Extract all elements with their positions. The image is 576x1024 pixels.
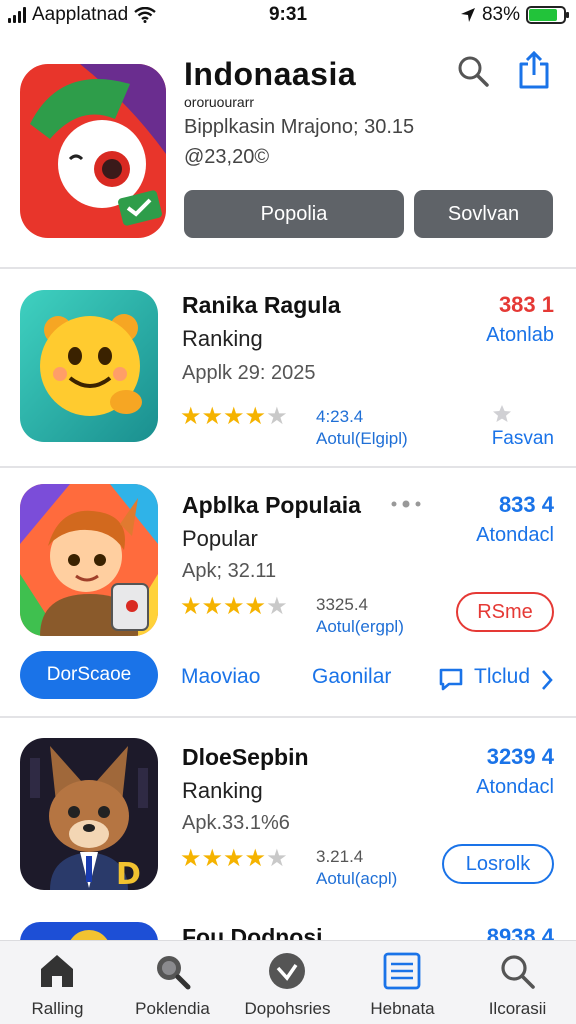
- app-icon-character[interactable]: [20, 484, 158, 636]
- star-icon: ★: [180, 845, 202, 872]
- app-category: Popular: [182, 526, 258, 551]
- more-dots-icon[interactable]: [390, 498, 422, 510]
- app-link[interactable]: Atonlab: [486, 324, 554, 347]
- star-icon: ★: [223, 593, 245, 620]
- list-item[interactable]: Ranika Ragula Ranking Applk 29: 2025 ★★★…: [0, 290, 576, 460]
- list-icon: [383, 952, 421, 990]
- chat-icon[interactable]: [438, 667, 464, 691]
- app-name: Ranika Ragula: [182, 292, 341, 318]
- price: 8938 4: [486, 924, 554, 940]
- discover-button[interactable]: DorScaoe: [20, 651, 158, 699]
- status-bar: Aapplatnad 9:31 83%: [0, 0, 576, 30]
- tab-label: Hebnata: [370, 999, 435, 1018]
- svg-text:D: D: [116, 857, 141, 890]
- app-version: Applk 29: 2025: [182, 362, 316, 384]
- price: 3239 4: [486, 744, 554, 769]
- location-arrow-icon: [460, 8, 475, 22]
- battery-icon: [526, 6, 569, 24]
- tab-updates[interactable]: Hebnata: [345, 941, 460, 1024]
- tab-label: Ralling: [31, 999, 84, 1018]
- list-item[interactable]: D DloeSepbin Ranking Apk.33.1%6 ★★★★★ 3.…: [0, 738, 576, 898]
- list-item[interactable]: Fou Dodnosi 8938 4: [0, 918, 576, 940]
- featured-app-subtitle: ororuourarr: [184, 94, 255, 110]
- star-icon: ★: [244, 403, 267, 430]
- rating-label: Aotul(ergpl): [316, 617, 404, 636]
- tab-deposits[interactable]: Dopohsries: [230, 941, 345, 1024]
- download-button[interactable]: Sovlvan: [414, 190, 553, 238]
- featured-app: Indonaasia ororuourarr Bipplkasin Mrajon…: [0, 44, 576, 269]
- star-icon: ★: [201, 403, 224, 430]
- similar-link[interactable]: Gaonilar: [312, 665, 391, 689]
- tab-label: Ilcorasii: [488, 999, 547, 1018]
- star-rating: ★★★★★: [180, 402, 288, 431]
- tab-ranking[interactable]: Ralling: [0, 941, 115, 1024]
- home-icon: [41, 955, 73, 987]
- tab-search[interactable]: Ilcorasii: [460, 941, 575, 1024]
- divider: [0, 267, 576, 269]
- search-icon[interactable]: [456, 54, 490, 88]
- app-icon-emoji[interactable]: [20, 290, 158, 442]
- install-button[interactable]: Losrolk: [442, 844, 554, 884]
- featured-app-downloads: @23,20©: [184, 146, 270, 168]
- rating-value: 3.21.4 Aotul(acpl): [316, 846, 397, 890]
- divider: [0, 716, 576, 718]
- star-icon: ★: [201, 845, 224, 872]
- star-icon: ★: [244, 845, 267, 872]
- rating-number: 3.21.4: [316, 847, 364, 866]
- star-rating: ★★★★★: [180, 592, 288, 621]
- rating-number: 3325.4: [316, 595, 368, 614]
- search-icon: [157, 956, 191, 990]
- popular-button[interactable]: Popolia: [184, 190, 404, 238]
- star-icon: ★: [266, 403, 288, 430]
- app-icon-partial[interactable]: [20, 922, 158, 940]
- price: 383 1: [498, 292, 554, 317]
- star-icon: ★: [266, 593, 288, 620]
- app-link[interactable]: Atondacl: [476, 776, 554, 799]
- app-name: Fou Dodnosi: [182, 924, 323, 940]
- favorite-button[interactable]: Fasvan: [492, 428, 554, 450]
- actions-bar: DorScaoe Maoviao Gaonilar Tlclud: [0, 651, 576, 703]
- app-link[interactable]: Atondacl: [476, 524, 554, 547]
- star-icon: ★: [244, 593, 267, 620]
- app-name: Apblka Populaia: [182, 492, 361, 518]
- checkmark-icon: [269, 953, 305, 989]
- status-right: 83%: [460, 4, 569, 26]
- tab-label: Poklendia: [135, 999, 210, 1018]
- movies-link[interactable]: Maoviao: [181, 665, 260, 689]
- include-link[interactable]: Tlclud: [474, 665, 530, 689]
- rating-value: 3325.4 Aotul(ergpl): [316, 594, 404, 638]
- battery-percent: 83%: [481, 4, 520, 25]
- app-version: Apk; 32.11: [182, 560, 277, 582]
- search-icon: [501, 955, 535, 989]
- featured-app-title: Indonaasia: [184, 56, 357, 92]
- rsme-button[interactable]: RSme: [456, 592, 554, 632]
- tab-bar: Ralling Poklendia Dopohsries Hebnata Ilc…: [0, 940, 576, 1024]
- star-icon: ★: [201, 593, 224, 620]
- app-version: Apk.33.1%6: [182, 812, 290, 834]
- rating-label: Aotul(acpl): [316, 869, 398, 888]
- featured-app-info: Bipplkasin Mrajono; 30.15: [184, 116, 415, 138]
- rating-label: Aotul(Elgipl): [316, 429, 408, 448]
- star-icon: ★: [223, 845, 245, 872]
- app-category: Ranking: [182, 778, 263, 803]
- star-rating: ★★★★★: [180, 844, 288, 873]
- star-icon: ★: [223, 403, 245, 430]
- price: 833 4: [498, 492, 554, 517]
- rating-value: 4:23.4 Aotul(Elgipl): [316, 406, 408, 450]
- star-icon: ★: [180, 403, 202, 430]
- list-item[interactable]: Apblka Populaia Popular Apk; 32.11 ★★★★★…: [0, 484, 576, 644]
- app-category: Ranking: [182, 326, 263, 351]
- tab-label: Dopohsries: [244, 999, 331, 1018]
- star-icon[interactable]: [492, 404, 512, 424]
- app-icon-fox[interactable]: D: [20, 738, 158, 890]
- divider: [0, 466, 576, 468]
- star-icon: ★: [180, 593, 202, 620]
- share-icon[interactable]: [516, 50, 552, 90]
- star-icon: ★: [266, 845, 288, 872]
- featured-app-icon[interactable]: [20, 64, 166, 238]
- chevron-right-icon[interactable]: [540, 669, 554, 691]
- rating-number: 4:23.4: [316, 407, 364, 426]
- app-name: DloeSepbin: [182, 744, 309, 770]
- tab-popular[interactable]: Poklendia: [115, 941, 230, 1024]
